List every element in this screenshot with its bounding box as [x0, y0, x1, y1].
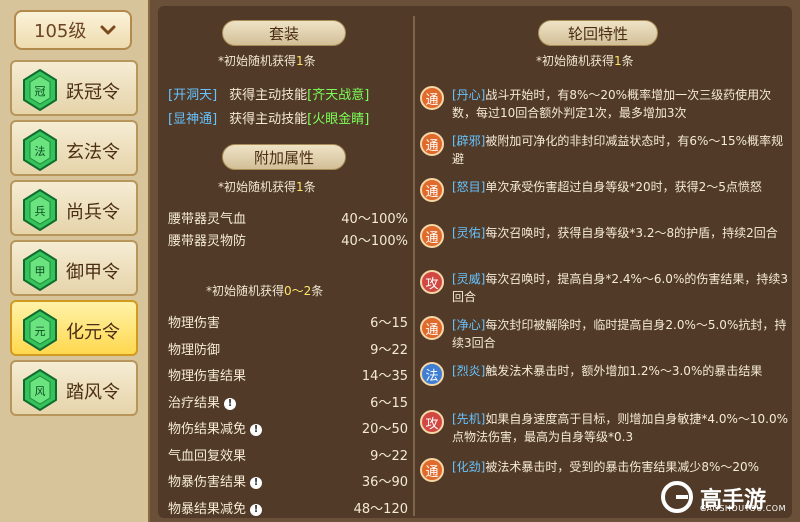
detail-panel-inner: 套装 *初始随机获得1条 [开洞天] 获得主动技能[齐天战意] [显神通] 获得主动技… — [158, 6, 792, 518]
attr-row: 物理伤害 6～15 — [168, 316, 408, 331]
set-skill-row: [开洞天] 获得主动技能[齐天战意] — [168, 88, 370, 103]
sidebar-item-label: 尚兵令 — [66, 202, 120, 223]
jade-token-icon: 冠 — [23, 68, 57, 112]
detail-panel: 套装 *初始随机获得1条 [开洞天] 获得主动技能[齐天战意] [显神通] 获得主动技… — [150, 0, 800, 522]
trait-badge-icon: 攻 — [420, 410, 444, 434]
sidebar-item-label: 化元令 — [66, 322, 120, 343]
traits-title: 轮回特性 — [538, 20, 658, 46]
info-icon[interactable]: ! — [250, 476, 263, 489]
svg-text:元: 元 — [35, 325, 46, 338]
info-icon[interactable]: ! — [250, 423, 263, 436]
svg-text:法: 法 — [35, 144, 46, 158]
sidebar-item-6[interactable]: 风 踏风令 — [10, 360, 138, 416]
sidebar-item-4[interactable]: 甲 御甲令 — [10, 240, 138, 296]
sidebar-item-label: 御甲令 — [66, 262, 120, 283]
extra-title: 附加属性 — [222, 144, 346, 170]
jade-token-icon: 法 — [23, 128, 57, 172]
attr-row: 腰带器灵物防 40～100% — [168, 234, 408, 249]
set-title: 套装 — [222, 20, 346, 46]
sidebar-item-1[interactable]: 冠 跃冠令 — [10, 60, 138, 116]
attr-row: 治疗结果! 6～15 — [168, 396, 408, 411]
attr-row: 气血回复效果 9～22 — [168, 449, 408, 464]
svg-text:风: 风 — [35, 385, 46, 398]
set-note: *初始随机获得1条 — [218, 54, 316, 68]
attr-row: 物伤结果减免! 20～50 — [168, 422, 408, 437]
svg-text:冠: 冠 — [35, 85, 46, 98]
gaoshouyou-logo-icon — [661, 481, 693, 513]
level-value: 105级 — [34, 21, 87, 42]
attr-row: 腰带器灵气血 40～100% — [168, 212, 408, 227]
column-divider — [413, 16, 415, 516]
random-note: *初始随机获得0～2条 — [206, 284, 324, 298]
svg-text:兵: 兵 — [35, 205, 46, 218]
trait-badge-icon: 通 — [420, 132, 444, 156]
sidebar-item-3[interactable]: 兵 尚兵令 — [10, 180, 138, 236]
info-icon[interactable]: ! — [250, 503, 263, 516]
watermark-url: GAOSHOUYOU.COM — [700, 504, 787, 513]
jade-token-icon: 元 — [23, 308, 57, 352]
sidebar-item-5[interactable]: 元 化元令 — [10, 300, 138, 356]
trait-badge-icon: 通 — [420, 458, 444, 482]
attr-row: 物理防御 9～22 — [168, 343, 408, 358]
traits-note: *初始随机获得1条 — [536, 54, 634, 68]
trait-badge-icon: 攻 — [420, 270, 444, 294]
set-skill-row: [显神通] 获得主动技能[火眼金睛] — [168, 112, 370, 127]
jade-token-icon: 兵 — [23, 188, 57, 232]
trait-badge-icon: 通 — [420, 86, 444, 110]
screen: 105级 冠 跃冠令法 玄法令兵 尚兵令甲 御甲令元 化元令风 踏风令 套装 *初始随机获得… — [0, 0, 800, 522]
trait-badge-icon: 法 — [420, 362, 444, 386]
attr-row: 物理伤害结果 14～35 — [168, 369, 408, 384]
jade-token-icon: 甲 — [23, 248, 57, 292]
info-icon[interactable]: ! — [224, 397, 237, 410]
watermark: 高手游 GAOSHOUYOU.COM — [660, 476, 790, 516]
sidebar: 105级 冠 跃冠令法 玄法令兵 尚兵令甲 御甲令元 化元令风 踏风令 — [0, 0, 150, 522]
attr-row: 物暴结果减免! 48～120 — [168, 502, 408, 517]
level-dropdown[interactable]: 105级 — [14, 10, 132, 50]
sidebar-item-label: 跃冠令 — [66, 82, 120, 103]
trait-badge-icon: 通 — [420, 178, 444, 202]
chevron-down-icon — [100, 25, 116, 35]
sidebar-item-2[interactable]: 法 玄法令 — [10, 120, 138, 176]
trait-badge-icon: 通 — [420, 224, 444, 248]
attr-row: 物暴伤害结果! 36～90 — [168, 475, 408, 490]
svg-text:甲: 甲 — [35, 265, 46, 278]
sidebar-item-label: 玄法令 — [66, 142, 120, 163]
sidebar-item-label: 踏风令 — [66, 382, 120, 403]
jade-token-icon: 风 — [23, 368, 57, 412]
extra-note: *初始随机获得1条 — [218, 180, 316, 194]
trait-badge-icon: 通 — [420, 316, 444, 340]
